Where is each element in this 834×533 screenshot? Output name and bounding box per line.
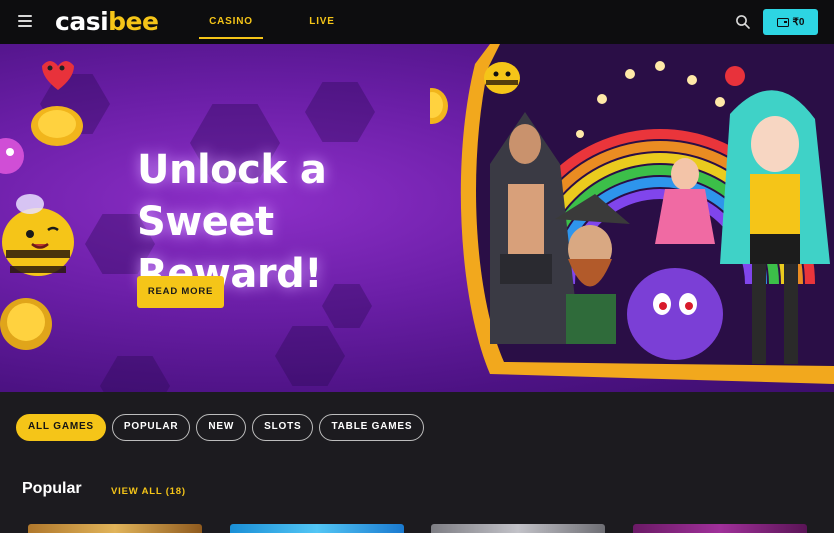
- gold-coin-icon: [0, 298, 52, 350]
- filter-slots[interactable]: SLOTS: [252, 414, 314, 441]
- casino-page: casibee CASINO LIVE CASINO ₹0: [0, 0, 834, 533]
- filter-popular[interactable]: POPULAR: [111, 414, 191, 441]
- bee-mascot-icon: [2, 194, 74, 276]
- heart-candy-icon: [42, 61, 74, 90]
- search-icon[interactable]: [735, 14, 751, 30]
- wallet-balance: ₹0: [792, 16, 805, 28]
- filter-new[interactable]: NEW: [196, 414, 247, 441]
- gold-coin-icon: [31, 106, 83, 146]
- game-characters-artwork: [430, 44, 834, 384]
- top-bar: casibee CASINO LIVE CASINO ₹0: [0, 0, 834, 71]
- logo-text-casi: casi: [55, 7, 109, 36]
- game-tile[interactable]: [230, 524, 404, 533]
- filter-all-games[interactable]: ALL GAMES: [16, 414, 106, 441]
- game-filter-chips: ALL GAMES POPULAR NEW SLOTS TABLE GAMES: [16, 414, 425, 441]
- section-title-popular: Popular: [22, 480, 82, 497]
- wallet-icon: [776, 17, 789, 27]
- decorative-characters-left: [0, 61, 83, 350]
- pink-gem-creature-icon: [0, 138, 24, 174]
- view-all-link[interactable]: VIEW ALL (18): [111, 486, 186, 497]
- game-tile[interactable]: [431, 524, 605, 533]
- game-tile[interactable]: [28, 524, 202, 533]
- read-more-button[interactable]: READ MORE: [137, 276, 224, 308]
- gold-coin-icon: [430, 88, 448, 124]
- wallet-button[interactable]: ₹0: [763, 9, 818, 35]
- game-tile[interactable]: [633, 524, 807, 533]
- hexagon-decoration: [275, 326, 345, 386]
- promo-banner: Unlock a Sweet Reward! READ MORE: [0, 44, 834, 392]
- purple-monster-character: [627, 268, 723, 360]
- hexagon-decoration: [305, 82, 375, 142]
- logo-text-bee: bee: [108, 7, 159, 36]
- filter-table-games[interactable]: TABLE GAMES: [319, 414, 425, 441]
- casibee-logo[interactable]: casibee: [55, 6, 159, 38]
- bee-icon-small: [484, 62, 520, 94]
- tab-casino[interactable]: CASINO: [199, 0, 263, 39]
- hamburger-menu-icon[interactable]: [18, 15, 32, 27]
- tab-live-casino[interactable]: LIVE CASINO: [286, 0, 358, 71]
